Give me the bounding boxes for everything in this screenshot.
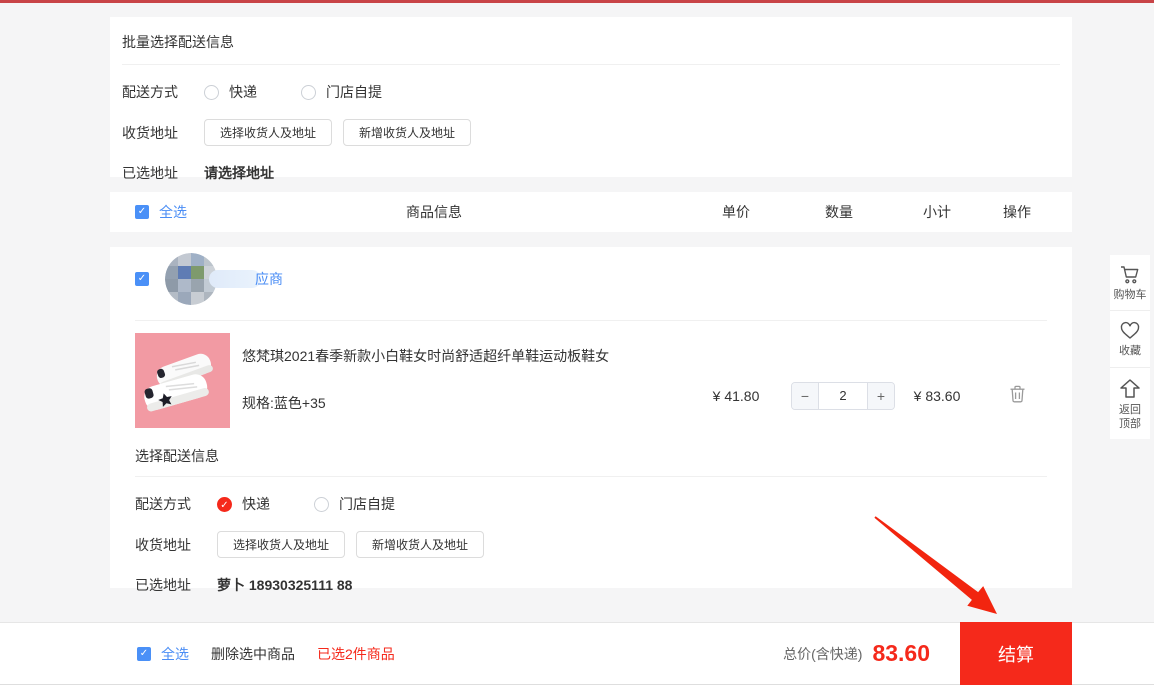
batch-panel-title: 批量选择配送信息: [122, 17, 1060, 64]
cart-item-row: 悠梵琪2021春季新款小白鞋女时尚舒适超纤单鞋运动板鞋女 规格:蓝色+35 ¥ …: [135, 321, 1047, 428]
batch-delivery-radio-group: 快递 门店自提: [204, 82, 426, 102]
column-header-subtotal: 小计: [887, 202, 987, 222]
item-delivery-method-row: 配送方式 快递 门店自提: [135, 494, 1047, 514]
toolbar-cart-item[interactable]: 购物车: [1110, 255, 1150, 310]
back-to-top-line2: 顶部: [1110, 417, 1150, 431]
selected-address-label: 已选地址: [122, 163, 180, 183]
trash-icon: [1009, 385, 1026, 403]
select-consignee-button[interactable]: 选择收货人及地址: [204, 119, 332, 146]
item-action-cell: [987, 385, 1047, 406]
back-to-top-line1: 返回: [1110, 403, 1150, 417]
supplier-checkbox[interactable]: [135, 272, 149, 286]
qty-input[interactable]: [819, 383, 867, 409]
heart-icon: [1119, 321, 1141, 341]
select-all-checkbox[interactable]: [135, 205, 149, 219]
delivery-method-label: 配送方式: [135, 494, 193, 514]
delete-item-button[interactable]: [1009, 385, 1026, 403]
toolbar-back-to-top-item[interactable]: 返回 顶部: [1110, 367, 1150, 440]
toolbar-favorites-item[interactable]: 收藏: [1110, 310, 1150, 366]
divider: [135, 476, 1047, 477]
footer-left-group: 全选 删除选中商品 已选2件商品: [137, 644, 395, 664]
back-to-top-icon: [1119, 378, 1141, 400]
radio-store-pickup[interactable]: [314, 497, 329, 512]
item-subtotal: ¥ 83.60: [887, 388, 987, 404]
quantity-stepper: − +: [791, 382, 895, 410]
product-image[interactable]: [135, 333, 230, 428]
item-selected-address-row: 已选地址 萝卜 18930325111 88: [135, 575, 1047, 595]
select-consignee-button[interactable]: 选择收货人及地址: [217, 531, 345, 558]
select-all-label[interactable]: 全选: [159, 202, 187, 222]
total-price-label: 总价(含快递): [783, 644, 862, 664]
toolbar-cart-label[interactable]: 购物车: [1110, 288, 1150, 302]
selected-address-value: 请选择地址: [204, 163, 274, 183]
item-qty-cell: − +: [791, 382, 887, 410]
footer-select-all-label[interactable]: 全选: [161, 644, 189, 664]
item-delivery-radio-group: 快递 门店自提: [217, 494, 439, 514]
add-consignee-button[interactable]: 新增收货人及地址: [343, 119, 471, 146]
checkout-button[interactable]: 结算: [960, 622, 1072, 685]
total-price-value: 83.60: [872, 640, 930, 667]
batch-delivery-method-row: 配送方式 快递 门店自提: [122, 82, 1060, 102]
column-header-price: 单价: [681, 202, 791, 222]
selected-address-value: 萝卜 18930325111 88: [217, 575, 352, 595]
checkout-footer-bar: 全选 删除选中商品 已选2件商品 总价(含快递) 83.60 结算: [0, 622, 1154, 685]
toolbar-back-to-top-label[interactable]: 返回 顶部: [1110, 403, 1150, 432]
divider: [122, 64, 1060, 65]
sneakers-product-image: [135, 333, 230, 428]
product-info: 悠梵琪2021春季新款小白鞋女时尚舒适超纤单鞋运动板鞋女 规格:蓝色+35: [230, 333, 681, 413]
radio-store-pickup-label[interactable]: 门店自提: [326, 82, 382, 102]
toolbar-favorites-label[interactable]: 收藏: [1110, 344, 1150, 358]
footer-select-all-checkbox[interactable]: [137, 647, 151, 661]
page-top-accent-line: [0, 0, 1154, 3]
cart-icon: [1119, 265, 1141, 285]
item-address-row: 收货地址 选择收货人及地址 新增收货人及地址: [135, 531, 1047, 558]
supplier-name-link[interactable]: 应商: [255, 269, 283, 289]
selected-count-text: 已选2件商品: [317, 644, 395, 664]
radio-store-pickup[interactable]: [301, 85, 316, 100]
choose-delivery-title: 选择配送信息: [135, 446, 1047, 466]
supplier-row: 应商: [135, 247, 1047, 310]
cart-group-card: 应商 悠梵琪2021春: [110, 247, 1072, 588]
column-header-product: 商品信息: [187, 202, 681, 222]
batch-address-row: 收货地址 选择收货人及地址 新增收货人及地址: [122, 119, 1060, 146]
product-spec: 规格:蓝色+35: [242, 393, 681, 413]
delivery-method-label: 配送方式: [122, 82, 180, 102]
column-header-action: 操作: [987, 202, 1047, 222]
qty-decrease-button[interactable]: −: [792, 383, 819, 409]
product-title[interactable]: 悠梵琪2021春季新款小白鞋女时尚舒适超纤单鞋运动板鞋女: [242, 347, 681, 365]
selected-address-label: 已选地址: [135, 575, 193, 595]
item-unit-price: ¥ 41.80: [681, 388, 791, 404]
batch-selected-address-row: 已选地址 请选择地址: [122, 163, 1060, 183]
radio-express-label[interactable]: 快递: [242, 494, 270, 514]
radio-express[interactable]: [204, 85, 219, 100]
radio-express-checked[interactable]: [217, 497, 232, 512]
batch-delivery-panel: 批量选择配送信息 配送方式 快递 门店自提 收货地址 选择收货人及地址 新增收货…: [110, 17, 1072, 177]
address-label: 收货地址: [135, 535, 193, 555]
address-label: 收货地址: [122, 123, 180, 143]
add-consignee-button[interactable]: 新增收货人及地址: [356, 531, 484, 558]
cart-table-header: 全选 商品信息 单价 数量 小计 操作: [110, 192, 1072, 232]
radio-express-label[interactable]: 快递: [229, 82, 257, 102]
column-header-qty: 数量: [791, 202, 887, 222]
delete-selected-button[interactable]: 删除选中商品: [211, 644, 295, 664]
supplier-name-blur-patch: [209, 270, 261, 288]
floating-toolbar: 购物车 收藏 返回 顶部: [1110, 255, 1150, 439]
radio-store-pickup-label[interactable]: 门店自提: [339, 494, 395, 514]
